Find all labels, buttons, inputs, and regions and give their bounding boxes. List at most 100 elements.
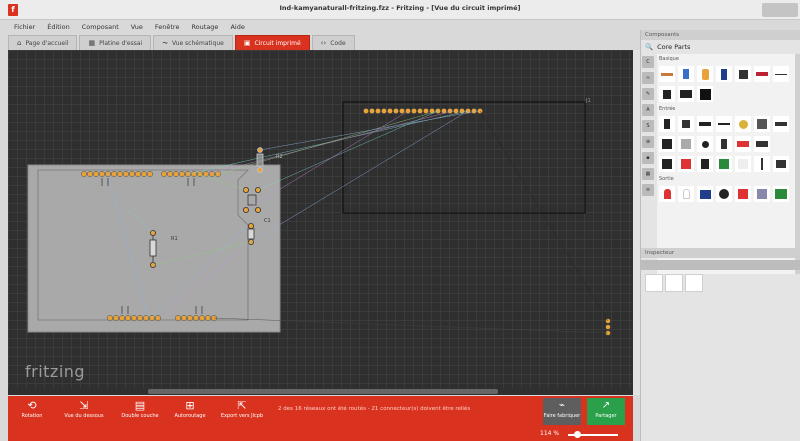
double-layer-button[interactable]: ▤ Double couche xyxy=(116,399,164,425)
tab-schematic[interactable]: ⏦ Vue schématique xyxy=(153,35,233,50)
part-gas[interactable] xyxy=(697,156,713,172)
window-title: Ind-kamyanaturall-fritzing.fzz - Fritzin… xyxy=(279,4,521,12)
part-tilt[interactable] xyxy=(754,136,770,152)
part-blank[interactable] xyxy=(735,156,751,172)
tab-label: Code xyxy=(330,39,346,47)
part-lcd[interactable] xyxy=(754,186,770,202)
pcb-drawing: R1 C1 R2 J1 xyxy=(27,98,611,336)
part-display[interactable] xyxy=(697,186,713,202)
part-capacitor[interactable] xyxy=(678,66,694,82)
part-pot[interactable] xyxy=(697,116,713,132)
menu-composant[interactable]: Composant xyxy=(82,23,119,31)
part-gear[interactable] xyxy=(716,186,732,202)
fritzing-app-icon: f xyxy=(8,4,18,16)
category-seeed[interactable]: S xyxy=(642,120,654,132)
part-rotary[interactable] xyxy=(678,136,694,152)
part-matrix[interactable] xyxy=(773,186,789,202)
part-resistor[interactable] xyxy=(659,66,675,82)
bottom-toolbar: ⟲ Rotation ⇲ Vue du dessous ▤ Double cou… xyxy=(8,396,633,428)
fabricate-label: Faire fabriquer xyxy=(543,413,581,419)
menu-aide[interactable]: Aide xyxy=(230,23,244,31)
autoroute-button[interactable]: ⊞ Autoroutage xyxy=(166,399,214,425)
search-icon[interactable]: 🔍 xyxy=(645,43,653,51)
category-mine[interactable]: ∞ xyxy=(642,72,654,84)
component-c2 xyxy=(247,222,255,245)
menu-routage[interactable]: Routage xyxy=(191,23,218,31)
category-core[interactable]: C xyxy=(642,56,654,68)
category-chips[interactable]: ▪ xyxy=(642,152,654,164)
category-tools[interactable]: ✎ xyxy=(642,88,654,100)
part-board-green[interactable] xyxy=(716,156,732,172)
part-switch[interactable] xyxy=(678,116,694,132)
window-controls[interactable] xyxy=(762,3,798,17)
menu-bar: Fichier Édition Composant Vue Fenêtre Ro… xyxy=(0,20,640,34)
view-below-button[interactable]: ⇲ Vue du dessous xyxy=(60,399,108,425)
inspector-slot xyxy=(685,274,703,292)
part-led-white[interactable] xyxy=(678,186,694,202)
schematic-icon: ⏦ xyxy=(162,38,168,47)
category-arduino[interactable]: A xyxy=(642,104,654,116)
pcb-canvas[interactable]: R1 C1 R2 J1 fritzing xyxy=(8,50,633,395)
part-electrolytic[interactable] xyxy=(697,66,713,82)
category-extra[interactable]: ≡ xyxy=(642,184,654,196)
menu-vue[interactable]: Vue xyxy=(131,23,143,31)
pcb-icon: ▣ xyxy=(243,39,251,47)
canvas-horizontal-scrollbar[interactable] xyxy=(8,388,633,395)
part-crystal[interactable] xyxy=(697,86,713,102)
category-pcb[interactable]: ▦ xyxy=(642,168,654,180)
part-wire[interactable] xyxy=(773,66,789,82)
zoom-slider-knob[interactable] xyxy=(574,431,581,438)
part-rfid[interactable] xyxy=(735,136,751,152)
components-header: Composants xyxy=(641,30,800,40)
parts-scrollbar[interactable] xyxy=(795,54,800,274)
label-c1: C1 xyxy=(264,218,271,224)
menu-fenetre[interactable]: Fenêtre xyxy=(155,23,180,31)
part-ir[interactable] xyxy=(716,136,732,152)
tab-breadboard[interactable]: ▦ Platine d'essai xyxy=(79,35,152,50)
share-button[interactable]: ↗ Partager xyxy=(587,398,625,425)
label-j1: J1 xyxy=(585,98,591,104)
tab-home[interactable]: ⌂ Page d'accueil xyxy=(8,35,78,50)
part-sensor[interactable] xyxy=(754,116,770,132)
canvas-vertical-scrollbar[interactable] xyxy=(633,50,640,395)
home-icon: ⌂ xyxy=(17,39,22,47)
fritzing-window: f Ind-kamyanaturall-fritzing.fzz - Fritz… xyxy=(0,0,800,441)
part-pir[interactable] xyxy=(678,156,694,172)
part-inductor[interactable] xyxy=(716,66,732,82)
routing-status: 2 des 16 réseaux ont été routés - 21 con… xyxy=(278,406,471,412)
view-below-icon: ⇲ xyxy=(79,399,89,412)
part-ldr[interactable] xyxy=(735,116,751,132)
menu-edition[interactable]: Édition xyxy=(47,23,70,31)
part-button[interactable] xyxy=(773,116,789,132)
tab-label: Platine d'essai xyxy=(99,39,143,47)
parts-search[interactable]: 🔍 Core Parts xyxy=(641,40,800,54)
inspector-header: Inspecteur xyxy=(641,248,800,258)
category-misc[interactable]: ⊕ xyxy=(642,136,654,148)
parts-grid: Basique Entrée Sortie xyxy=(657,54,799,274)
scrollbar-thumb[interactable] xyxy=(148,389,498,394)
part-connector[interactable] xyxy=(754,156,770,172)
inspector-tabs[interactable] xyxy=(641,260,800,270)
part-battery[interactable] xyxy=(735,66,751,82)
part-slider[interactable] xyxy=(716,116,732,132)
section-entree: Entrée xyxy=(659,106,676,112)
part-header[interactable] xyxy=(773,156,789,172)
part-led[interactable] xyxy=(659,186,675,202)
parts-bin-title: Core Parts xyxy=(657,43,691,51)
rotate-button[interactable]: ⟲ Rotation xyxy=(8,399,56,425)
part-keypad[interactable] xyxy=(659,136,675,152)
part-joystick[interactable] xyxy=(697,136,713,152)
code-icon: ‹› xyxy=(320,39,327,47)
menu-fichier[interactable]: Fichier xyxy=(14,23,35,31)
fabricate-button[interactable]: ⌁ Faire fabriquer xyxy=(543,398,581,425)
part-ic[interactable] xyxy=(678,86,694,102)
part-temp[interactable] xyxy=(659,156,675,172)
tab-code[interactable]: ‹› Code xyxy=(311,35,355,50)
part-mic[interactable] xyxy=(659,116,675,132)
export-button[interactable]: ⇱ Export vers Jlcpb xyxy=(218,399,266,425)
view-below-label: Vue du dessous xyxy=(64,413,104,419)
tab-pcb[interactable]: ▣ Circuit imprimé xyxy=(234,35,310,50)
part-speaker[interactable] xyxy=(735,186,751,202)
part-transistor[interactable] xyxy=(659,86,675,102)
part-fuse[interactable] xyxy=(754,66,770,82)
